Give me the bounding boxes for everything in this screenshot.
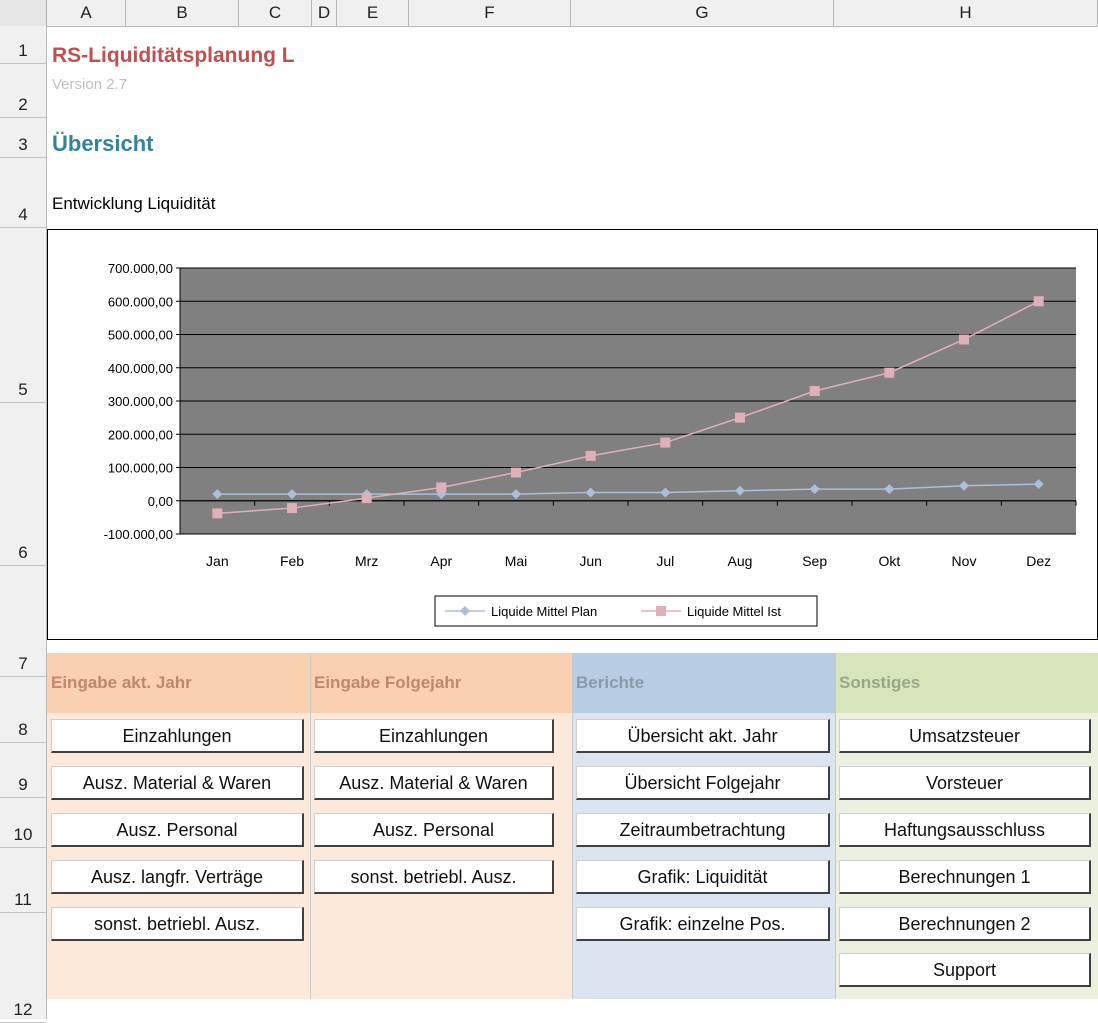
nav-button[interactable]: Einzahlungen [314,719,554,753]
data-point-ist [1033,296,1044,307]
y-tick-label: -100.000,00 [104,527,173,542]
panel-title: Sonstiges [835,653,1098,713]
x-tick-label: Sep [802,553,827,569]
nav-button[interactable]: Vorsteuer [839,766,1091,800]
row-header-5[interactable]: 5 [0,228,46,403]
y-tick-label: 600.000,00 [108,294,173,309]
nav-button[interactable]: sonst. betriebl. Ausz. [51,907,304,941]
column-header-h[interactable]: H [834,0,1098,26]
x-tick-label: Jun [579,553,602,569]
x-tick-label: Aug [728,553,753,569]
panel-divider [572,653,573,999]
column-header-a[interactable]: A [47,0,126,26]
row-header-12[interactable]: 12 [0,913,46,1023]
column-header-e[interactable]: E [337,0,409,26]
data-point-ist [660,437,671,448]
panel-divider [835,653,836,999]
x-tick-label: Apr [430,553,452,569]
panel-eingabe-akt-jahr: Eingabe akt. Jahr Einzahlungen Ausz. Mater… [47,653,310,999]
y-tick-label: 500.000,00 [108,328,173,343]
x-tick-label: Jan [206,553,229,569]
legend-marker-ist [656,606,666,616]
liquidity-chart[interactable]: 700.000,00 600.000,00 500.000,00 400.000,00… [47,229,1098,640]
x-tick-label: Mai [505,553,528,569]
panel-berichte: Berichte Übersicht akt. Jahr Übersicht Fol… [572,653,835,999]
nav-button[interactable]: Übersicht Folgejahr [576,766,830,800]
nav-button[interactable]: Übersicht akt. Jahr [576,719,830,753]
row-header-8[interactable]: 8 [0,677,46,743]
panel-eingabe-folgejahr: Eingabe Folgejahr Einzahlungen Ausz. Mater… [310,653,572,999]
nav-button[interactable]: Support [839,953,1091,987]
column-header-bar: A B C D E F G H [0,0,1098,27]
chart-caption: Entwicklung Liquidität [52,194,216,213]
data-point-ist [511,467,521,478]
column-header-d[interactable]: D [312,0,337,26]
panel-sonstiges: Sonstiges Umsatzsteuer Vorsteuer Haftungsau… [835,653,1098,999]
x-tick-label: Nov [952,553,977,569]
row-header-9[interactable]: 9 [0,743,46,798]
panel-title: Eingabe Folgejahr [310,653,572,713]
data-point-ist [585,450,596,461]
row-header-4[interactable]: 4 [0,158,46,228]
nav-button[interactable]: Berechnungen 1 [839,860,1091,894]
nav-button[interactable]: Grafik: Liquidität [576,860,830,894]
panel-title: Berichte [572,653,835,713]
nav-button[interactable]: Ausz. Material & Waren [51,766,304,800]
x-tick-label: Feb [280,553,304,569]
column-header-b[interactable]: B [126,0,239,26]
nav-button[interactable]: sonst. betriebl. Ausz. [314,860,554,894]
column-header-c[interactable]: C [239,0,312,26]
y-tick-label: 0,00 [148,494,173,509]
x-tick-label: Mrz [355,553,378,569]
row-header-1[interactable]: 1 [0,26,46,64]
nav-button[interactable]: Ausz. Material & Waren [314,766,554,800]
panel-divider [310,653,311,999]
row-header-6[interactable]: 6 [0,403,46,566]
nav-button[interactable]: Umsatzsteuer [839,719,1091,753]
data-point-ist [884,367,895,378]
section-title: Übersicht [52,131,154,156]
nav-button[interactable]: Berechnungen 2 [839,907,1091,941]
x-tick-label: Dez [1026,553,1051,569]
row-header-bar: 1 2 3 4 5 6 7 8 9 10 11 12 [0,26,47,1023]
nav-button[interactable]: Ausz. langfr. Verträge [51,860,304,894]
nav-button[interactable]: Ausz. Personal [51,813,304,847]
data-point-ist [735,412,745,423]
x-tick-label: Okt [878,553,900,569]
y-tick-label: 100.000,00 [108,461,173,476]
data-point-ist [436,482,447,493]
panel-title: Eingabe akt. Jahr [47,653,310,713]
y-tick-label: 400.000,00 [108,361,173,376]
y-tick-label: 300.000,00 [108,394,173,409]
y-tick-label: 700.000,00 [108,261,173,276]
select-all-corner[interactable] [0,0,47,26]
nav-button[interactable]: Einzahlungen [51,719,304,753]
nav-button[interactable]: Zeitraumbetrachtung [576,813,830,847]
data-point-ist [959,334,969,345]
row-header-7[interactable]: 7 [0,566,46,677]
row-header-2[interactable]: 2 [0,64,46,118]
chart-canvas: 700.000,00 600.000,00 500.000,00 400.000,00… [104,261,1077,627]
row-header-10[interactable]: 10 [0,798,46,848]
nav-button[interactable]: Grafik: einzelne Pos. [576,907,830,941]
column-header-g[interactable]: G [571,0,834,26]
nav-button[interactable]: Haftungsausschluss [839,813,1091,847]
row-header-3[interactable]: 3 [0,118,46,158]
data-point-ist [809,386,820,397]
data-point-ist [287,503,297,514]
nav-button[interactable]: Ausz. Personal [314,813,554,847]
app-version: Version 2.7 [52,76,128,93]
data-point-ist [212,508,223,519]
y-tick-label: 200.000,00 [108,427,173,442]
legend-label-1: Liquide Mittel Plan [491,604,597,619]
row-header-11[interactable]: 11 [0,848,46,913]
data-point-ist [361,493,372,504]
x-tick-label: Jul [656,553,674,569]
column-header-f[interactable]: F [409,0,571,26]
legend-label-2: Liquide Mittel Ist [687,604,781,619]
app-title: RS-Liquiditätsplanung L [52,44,295,67]
